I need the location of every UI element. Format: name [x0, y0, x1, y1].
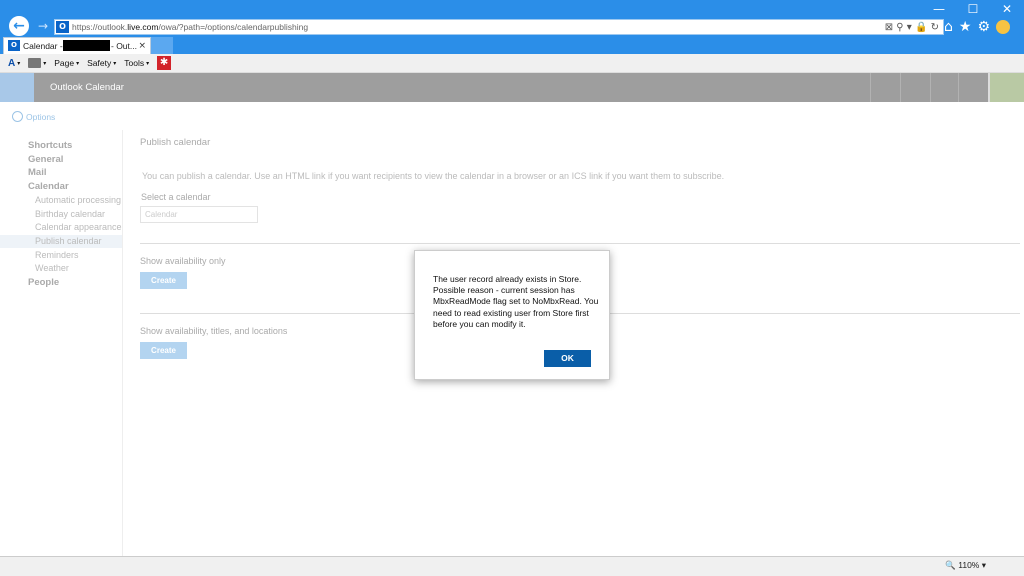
settings-gear-icon[interactable]: ⚙	[977, 18, 990, 36]
outlook-favicon-icon: O	[56, 21, 69, 33]
tab-label: Calendar -	[23, 41, 63, 51]
tab-calendar[interactable]: O Calendar - - Out... ×	[3, 37, 151, 54]
create-availability-button[interactable]: Create	[140, 272, 187, 289]
tools-menu[interactable]: Tools ▾	[124, 58, 149, 68]
tab-close-icon[interactable]: ×	[138, 39, 146, 53]
close-window-button[interactable]: ✕	[990, 0, 1024, 18]
tab-strip: O Calendar - - Out... ×	[0, 37, 1024, 54]
nav-item-mail[interactable]: Mail	[28, 167, 46, 178]
dialog-message: The user record already exists in Store.…	[433, 274, 599, 329]
new-tab-button[interactable]	[151, 37, 173, 54]
nav-item-shortcuts[interactable]: Shortcuts	[28, 140, 72, 151]
nav-item-reminders[interactable]: Reminders	[35, 250, 123, 260]
avatar[interactable]	[988, 73, 1024, 102]
tab-label-end: - Out...	[111, 41, 137, 51]
print-button[interactable]: ▾	[28, 58, 46, 68]
nav-item-automatic-processing[interactable]: Automatic processing	[35, 195, 123, 205]
command-bar: A ▾ ▾ Page ▾ Safety ▾ Tools ▾ ✱	[0, 54, 1024, 73]
app-title: Outlook Calendar	[50, 82, 124, 93]
create-details-button[interactable]: Create	[140, 342, 187, 359]
nav-item-birthday-calendar[interactable]: Birthday calendar	[35, 209, 123, 219]
forward-button[interactable]: →	[33, 18, 53, 38]
outlook-tab-icon: O	[8, 40, 20, 51]
page-title: Publish calendar	[140, 137, 211, 148]
page-description: You can publish a calendar. Use an HTML …	[142, 171, 725, 181]
page-menu[interactable]: Page ▾	[54, 58, 79, 68]
addon-button[interactable]: ✱	[157, 56, 172, 70]
maximize-button[interactable]: ☐	[956, 0, 990, 18]
smiley-feedback-icon[interactable]	[996, 20, 1010, 34]
safety-menu[interactable]: Safety ▾	[87, 58, 116, 68]
nav-item-calendar-appearance[interactable]: Calendar appearance	[35, 222, 123, 232]
availability-only-label: Show availability only	[140, 256, 226, 266]
minimize-button[interactable]: —	[922, 0, 956, 18]
options-back-link[interactable]: Options	[12, 111, 55, 122]
addon-red-icon: ✱	[157, 56, 172, 70]
home-icon[interactable]: ⌂	[944, 18, 953, 36]
favorites-star-icon[interactable]: ★	[959, 18, 972, 36]
window-controls: — ☐ ✕	[922, 0, 1024, 18]
redacted-block	[63, 40, 110, 51]
font-size-button[interactable]: A ▾	[8, 58, 20, 69]
nav-item-calendar[interactable]: Calendar	[28, 181, 69, 192]
address-bar[interactable]: O https://outlook.live.com/owa/?path=/op…	[54, 19, 944, 35]
status-bar: 🔍 110% ▾	[0, 556, 1024, 576]
zoom-level-button[interactable]: 🔍 110% ▾	[945, 560, 986, 571]
browser-toolbar-right: ⌂ ★ ⚙	[944, 18, 1010, 36]
address-tools-icons[interactable]: ⊠ ⚲ ▾ 🔒 ↻	[885, 20, 939, 35]
nav-item-general[interactable]: General	[28, 154, 63, 165]
back-button[interactable]: ←	[9, 16, 29, 36]
owa-header: Outlook Calendar	[0, 73, 1024, 102]
app-launcher-button[interactable]	[0, 73, 34, 102]
address-url[interactable]: https://outlook.live.com/owa/?path=/opti…	[72, 21, 308, 34]
header-button-4[interactable]	[958, 73, 988, 102]
nav-item-publish-calendar[interactable]: Publish calendar	[35, 236, 123, 246]
calendar-select[interactable]: Calendar	[140, 206, 258, 223]
select-calendar-label: Select a calendar	[141, 192, 211, 202]
font-size-icon: A	[8, 57, 16, 69]
print-icon	[28, 58, 42, 68]
error-dialog: The user record already exists in Store.…	[414, 250, 610, 380]
browser-titlebar: — ☐ ✕ ← → O https://outlook.live.com/owa…	[0, 0, 1024, 37]
availability-details-label: Show availability, titles, and locations	[140, 326, 288, 336]
options-left-nav: Shortcuts General Mail Calendar Automati…	[0, 130, 123, 556]
header-button-2[interactable]	[900, 73, 930, 102]
nav-item-people[interactable]: People	[28, 277, 59, 288]
header-button-3[interactable]	[930, 73, 960, 102]
nav-item-weather[interactable]: Weather	[35, 263, 123, 273]
header-button-1[interactable]	[870, 73, 900, 102]
back-arrow-icon: ←	[13, 18, 25, 34]
back-circle-icon	[12, 111, 23, 122]
divider	[140, 243, 1020, 244]
ok-button[interactable]: OK	[544, 350, 591, 367]
